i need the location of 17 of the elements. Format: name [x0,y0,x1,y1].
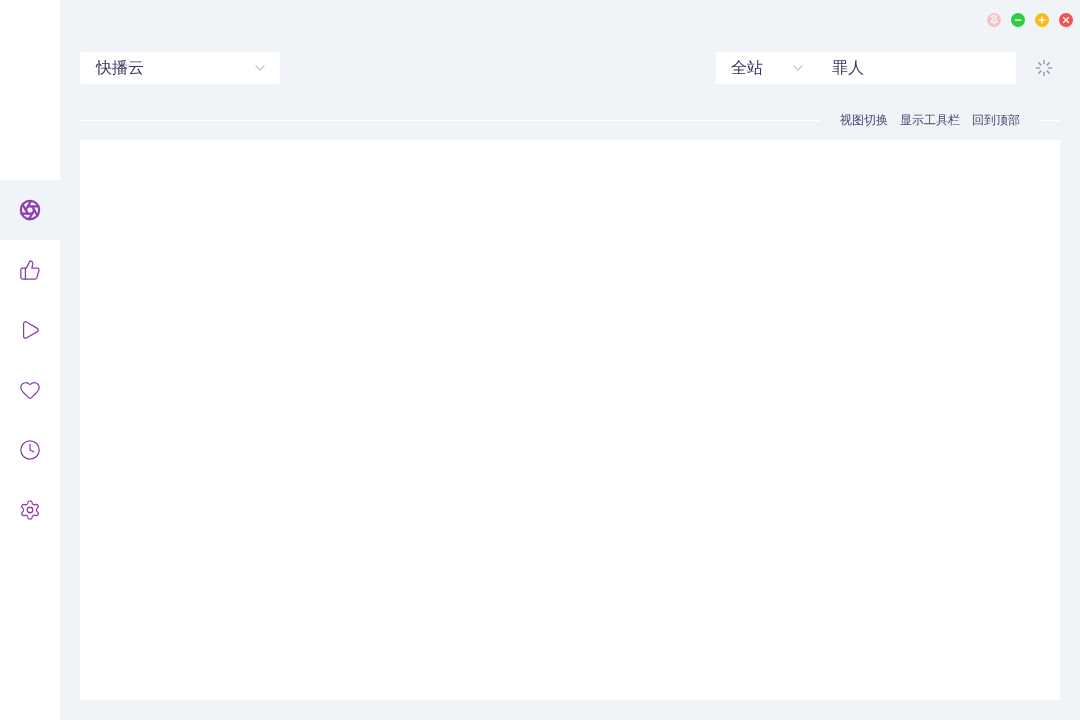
source-select[interactable]: 快播云 [80,52,280,84]
scope-select[interactable]: 全站 [716,52,816,84]
toolbar-link[interactable]: 回到顶部 [972,111,1020,129]
toolbar-link[interactable]: 显示工具栏 [900,111,960,129]
scope-value: 全站 [731,57,763,79]
sidebar-item[interactable] [0,180,60,240]
source-value: 快播云 [96,57,144,79]
thumbs-up-icon [19,259,41,281]
settings-icon [19,499,41,521]
heart-icon [19,379,41,401]
close-icon[interactable] [1059,13,1073,27]
minimize-icon[interactable] [1011,13,1025,27]
maximize-icon[interactable] [1035,13,1049,27]
clock-icon [19,439,41,461]
search-field[interactable]: 罪人 [816,52,1016,84]
aperture-icon [19,199,41,221]
toolbar-link[interactable]: 视图切换 [840,111,888,129]
